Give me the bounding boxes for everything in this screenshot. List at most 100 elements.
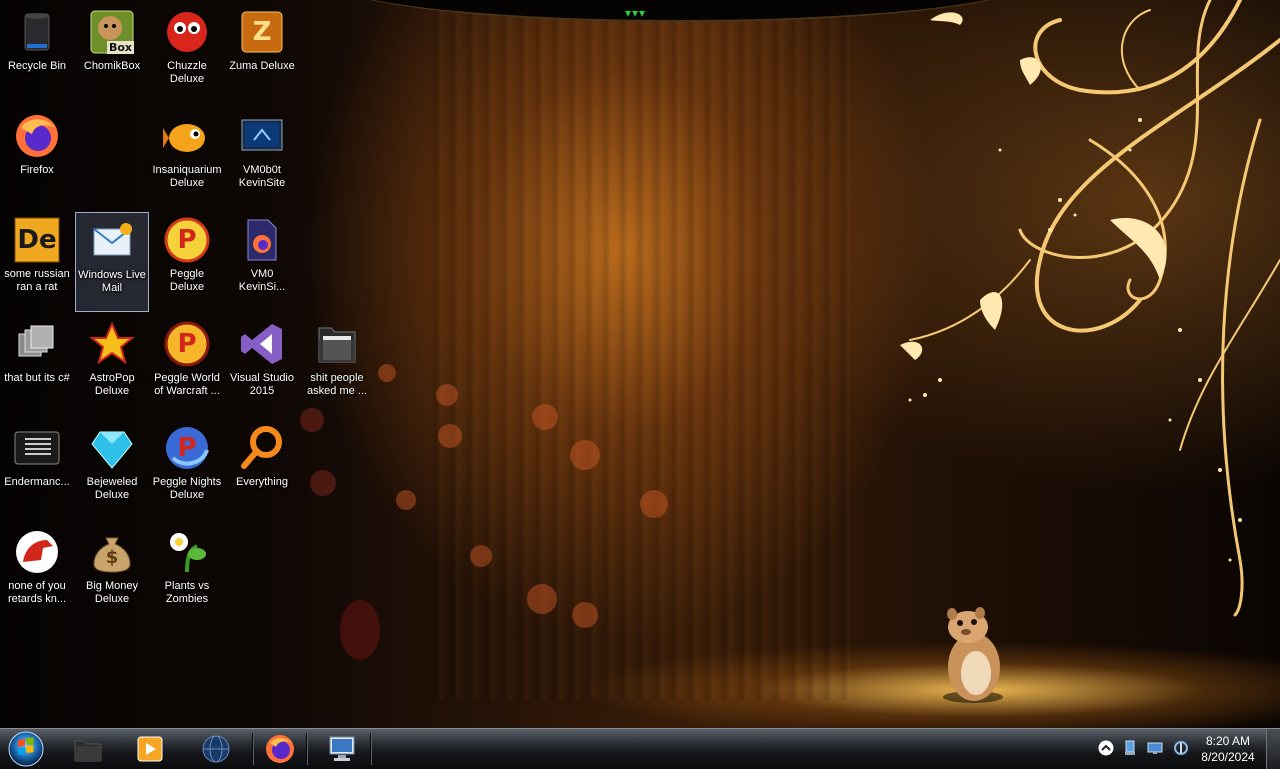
desktop-icon-label: Windows Live Mail bbox=[78, 269, 146, 294]
taskbar-remote-desktop[interactable] bbox=[320, 731, 364, 767]
wallpaper-hamster bbox=[943, 607, 1003, 703]
desktop-icon-windows-stack[interactable]: that but its c# bbox=[0, 316, 74, 416]
taskbar-globe[interactable] bbox=[194, 731, 238, 767]
desktop-icon-label: ChomikBox bbox=[83, 60, 141, 72]
bejeweled-icon bbox=[88, 424, 136, 472]
monitor-icon[interactable] bbox=[1146, 739, 1164, 757]
desktop-icon-label: Recycle Bin bbox=[7, 60, 67, 72]
taskbar-folder[interactable] bbox=[66, 731, 110, 767]
start-button[interactable] bbox=[4, 731, 48, 767]
taskbar-firefox[interactable] bbox=[258, 731, 302, 767]
taskbar-separator bbox=[252, 733, 254, 765]
desktop-icon-money-bag[interactable]: $ Big Money Deluxe bbox=[75, 524, 149, 624]
desktop-icon-chomikbox[interactable]: Box ChomikBox bbox=[75, 4, 149, 104]
icon-glyph: Z bbox=[252, 17, 272, 47]
desktop-icon-label: Peggle World of Warcraft ... bbox=[154, 372, 220, 397]
windows-live-mail-icon bbox=[88, 217, 136, 265]
dino-icon bbox=[13, 528, 61, 576]
folder-icon bbox=[313, 320, 361, 368]
icon-glyph: $ bbox=[105, 547, 119, 568]
show-desktop-button[interactable] bbox=[1266, 729, 1280, 769]
desktop-icon-dino[interactable]: none of you retards kn... bbox=[0, 524, 74, 624]
desktop-icon-label: none of you retards kn... bbox=[7, 580, 67, 605]
wallpaper-bokeh bbox=[532, 404, 558, 430]
desktop-icon-astropop[interactable]: AstroPop Deluxe bbox=[75, 316, 149, 416]
taskbar-separator bbox=[370, 733, 372, 765]
desktop-icon-firefox-file[interactable]: VM0 KevinSi... bbox=[225, 212, 299, 312]
desktop-icon-label: Plants vs Zombies bbox=[164, 580, 210, 605]
remote-desktop-icon bbox=[329, 736, 355, 761]
wallpaper-bokeh bbox=[470, 545, 492, 567]
wallpaper-bokeh bbox=[378, 364, 396, 382]
globe-icon bbox=[202, 735, 230, 763]
clock-time: 8:20 AM bbox=[1205, 734, 1251, 748]
windows-orb-icon bbox=[8, 731, 44, 767]
wallpaper-streaks bbox=[430, 0, 850, 700]
desktop-icon-firefox[interactable]: Firefox bbox=[0, 108, 74, 208]
insaniquarium-icon bbox=[163, 112, 211, 160]
icon-glyph: P bbox=[177, 329, 197, 359]
desktop-icon-label: VM0b0t KevinSite bbox=[238, 164, 286, 189]
vm0b0t-icon bbox=[238, 112, 286, 160]
astropop-icon bbox=[88, 320, 136, 368]
firefox-file-icon bbox=[238, 216, 286, 264]
peggle-icon: P bbox=[163, 216, 211, 264]
clock-date: 8/20/2024 bbox=[1201, 750, 1255, 764]
desktop-icon-label: AstroPop Deluxe bbox=[89, 372, 135, 397]
desktop-icon-peggle-wow[interactable]: P Peggle World of Warcraft ... bbox=[150, 316, 224, 416]
desktop-icon-label: Bejeweled Deluxe bbox=[86, 476, 138, 501]
taskbar: 8:20 AM 8/20/2024 bbox=[0, 728, 1280, 769]
desktop-icon-label: shit people asked me ... bbox=[307, 372, 367, 397]
desktop-icon-label: Peggle Deluxe bbox=[169, 268, 205, 293]
volume-icon[interactable] bbox=[1172, 739, 1190, 757]
desktop-icon-everything-search[interactable]: Everything bbox=[225, 420, 299, 520]
media-player-icon bbox=[137, 736, 163, 762]
wallpaper-bokeh bbox=[436, 384, 458, 406]
show-hidden-icons-icon[interactable] bbox=[1097, 739, 1115, 757]
money-bag-icon: $ bbox=[88, 528, 136, 576]
icon-badge: Box bbox=[106, 41, 134, 54]
desktop-icon-label: some russian ran a rat bbox=[4, 268, 70, 293]
desktop-icon-label: Endermanc... bbox=[4, 476, 70, 488]
peggle-nights-icon: P bbox=[163, 424, 211, 472]
visual-studio-icon bbox=[238, 320, 286, 368]
desktop-icon-plants-vs-zombies[interactable]: Plants vs Zombies bbox=[150, 524, 224, 624]
endermanch-icon bbox=[13, 424, 61, 472]
icon-glyph: P bbox=[177, 433, 197, 463]
desktop-icon-peggle[interactable]: P Peggle Deluxe bbox=[150, 212, 224, 312]
desktop-icon-label: Chuzzle Deluxe bbox=[167, 60, 207, 85]
firefox-icon bbox=[266, 735, 294, 763]
network-icon[interactable] bbox=[1122, 739, 1140, 757]
desktop-icon-chuzzle[interactable]: Chuzzle Deluxe bbox=[150, 4, 224, 104]
desktop-icon-de[interactable]: De some russian ran a rat bbox=[0, 212, 74, 312]
firefox-icon bbox=[13, 112, 61, 160]
desktop-icon-vm0b0t[interactable]: VM0b0t KevinSite bbox=[225, 108, 299, 208]
desktop: ▾▾▾ Recycle Bin Box ChomikBox Chuzzle De… bbox=[0, 0, 1280, 728]
taskbar-separator bbox=[306, 733, 308, 765]
desktop-icon-label: Visual Studio 2015 bbox=[229, 372, 294, 397]
de-icon: De bbox=[13, 216, 61, 264]
desktop-icon-peggle-nights[interactable]: P Peggle Nights Deluxe bbox=[150, 420, 224, 520]
wallpaper-bokeh bbox=[438, 424, 462, 448]
desktop-icon-label: VM0 KevinSi... bbox=[238, 268, 286, 293]
desktop-icon-visual-studio[interactable]: Visual Studio 2015 bbox=[225, 316, 299, 416]
desktop-icon-recycle-bin[interactable]: Recycle Bin bbox=[0, 4, 74, 104]
desktop-icon-insaniquarium[interactable]: Insaniquarium Deluxe bbox=[150, 108, 224, 208]
desktop-icon-windows-live-mail[interactable]: Windows Live Mail bbox=[75, 212, 149, 312]
desktop-icon-label: that but its c# bbox=[4, 372, 70, 384]
taskbar-media-player[interactable] bbox=[128, 731, 172, 767]
desktop-icon-zuma[interactable]: Z Zuma Deluxe bbox=[225, 4, 299, 104]
desktop-icon-label: Everything bbox=[236, 476, 288, 488]
peggle-wow-icon: P bbox=[163, 320, 211, 368]
wallpaper-bokeh bbox=[396, 490, 416, 510]
everything-search-icon bbox=[238, 424, 286, 472]
icon-glyph: De bbox=[17, 225, 57, 255]
taskbar-clock[interactable]: 8:20 AM 8/20/2024 bbox=[1190, 733, 1266, 765]
desktop-icon-folder[interactable]: shit people asked me ... bbox=[300, 316, 374, 416]
chomikbox-icon: Box bbox=[88, 8, 136, 56]
desktop-icon-endermanch[interactable]: Endermanc... bbox=[0, 420, 74, 520]
wallpaper-bokeh bbox=[340, 600, 380, 660]
folder-icon bbox=[74, 740, 102, 762]
desktop-icon-bejeweled[interactable]: Bejeweled Deluxe bbox=[75, 420, 149, 520]
desktop-icon-label: Insaniquarium Deluxe bbox=[152, 164, 222, 189]
